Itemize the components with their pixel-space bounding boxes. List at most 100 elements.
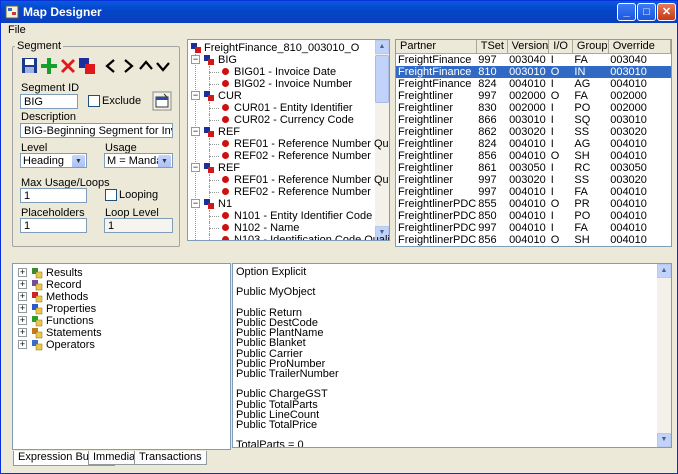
tree-branch-v	[209, 234, 210, 240]
grid-column-header[interactable]: I/O	[548, 40, 573, 54]
tree-element-item[interactable]: REF02 - Reference Number	[188, 150, 373, 162]
table-cell: 004010	[608, 246, 670, 247]
tree-branch-v	[209, 138, 210, 150]
segment-group-label: Segment	[15, 40, 64, 52]
scroll-up-icon[interactable]: ▲	[657, 264, 671, 278]
table-row[interactable]: FreightlinerPDC 850 004010 I PO 004010	[396, 210, 671, 222]
chevron-down-icon[interactable]	[153, 56, 173, 76]
table-row[interactable]: FreightFinance 810 003010 O IN 003010	[396, 65, 671, 78]
expand-icon[interactable]: +	[18, 280, 27, 289]
expression-tree-item[interactable]: + Functions	[13, 315, 213, 327]
chevron-right-icon[interactable]	[118, 56, 138, 76]
expression-tree-label: Statements	[46, 327, 102, 339]
tree-element-item[interactable]: N103 - Identification Code Qualifier	[188, 234, 389, 240]
code-scrollbar[interactable]: ▲ ▼	[657, 264, 671, 447]
tree-segment-item[interactable]: − BIG	[188, 54, 373, 66]
tree-element-item[interactable]: REF01 - Reference Number Qualifier	[188, 138, 389, 150]
tree-element-item[interactable]: CUR02 - Currency Code	[188, 114, 373, 126]
table-row[interactable]: Freightliner 866 003010 I SQ 003010	[396, 114, 671, 126]
table-row[interactable]: FreightlinerPDC 855 004010 O PR 004010	[396, 198, 671, 210]
partner-grid[interactable]: Partner TSet Version I/O Group Override Freig…	[395, 39, 672, 247]
exclude-checkbox[interactable]	[88, 95, 100, 107]
placeholders-field[interactable]: 1	[20, 218, 87, 233]
properties-button-icon[interactable]	[152, 91, 172, 111]
table-row[interactable]: FreightFinance 997 003040 I FA 003040	[396, 53, 671, 66]
expression-tree-item[interactable]: + Operators	[13, 339, 213, 351]
save-icon[interactable]	[20, 56, 40, 76]
tree-element-item[interactable]: REF02 - Reference Number	[188, 186, 373, 198]
tree-segment-item[interactable]: − CUR	[188, 90, 373, 102]
tree-element-item[interactable]: BIG01 - Invoice Date	[188, 66, 373, 78]
description-field[interactable]: BIG-Beginning Segment for Invoice	[20, 123, 173, 138]
expand-icon[interactable]: +	[18, 292, 27, 301]
collapse-icon[interactable]: −	[191, 163, 200, 172]
code-editor[interactable]: ▲ ▼ Option Explicit Public MyObject Public…	[232, 263, 672, 448]
level-select[interactable]: Heading ▼	[20, 153, 87, 168]
minimize-button[interactable]: _	[617, 3, 636, 21]
table-row[interactable]: Freightliner 856 004010 O SH 004010	[396, 150, 671, 162]
table-row[interactable]: Freightliner 997 004010 I FA 004010	[396, 186, 671, 198]
scroll-down-icon[interactable]: ▼	[657, 433, 671, 447]
segment-tree[interactable]: ▲ ▼ FreightFinance_810_003010_O − BIG BIG01…	[187, 39, 390, 241]
grid-column-header[interactable]: Version	[507, 40, 550, 54]
tab-transactions[interactable]: Transactions	[134, 451, 207, 465]
scroll-up-icon[interactable]: ▲	[375, 40, 389, 54]
table-row[interactable]: Freightliner 997 002000 O FA 002000	[396, 90, 671, 102]
grid-column-header[interactable]: Partner	[396, 40, 477, 54]
table-cell: I	[550, 137, 554, 150]
expand-icon[interactable]: +	[18, 328, 27, 337]
expression-tree-item[interactable]: + Methods	[13, 291, 213, 303]
grid-column-header[interactable]: Group	[572, 40, 609, 54]
loop-level-field[interactable]: 1	[104, 218, 173, 233]
expand-icon[interactable]: +	[18, 304, 27, 313]
add-icon[interactable]	[39, 56, 59, 76]
expression-builder-tree[interactable]: + Results + Record + Methods + Properties + Funct…	[12, 263, 231, 450]
tree-element-item[interactable]: CUR01 - Entity Identifier	[188, 102, 373, 114]
expand-icon[interactable]: +	[18, 316, 27, 325]
segment-color-icon[interactable]	[77, 56, 97, 76]
expression-tree-item[interactable]: + Record	[13, 279, 213, 291]
table-row[interactable]: FreightlinerPDC 856 004010 O SH 004010	[396, 234, 671, 246]
app-icon	[5, 5, 19, 19]
grid-column-header[interactable]: TSet	[476, 40, 508, 54]
table-cell: 003010	[608, 65, 671, 78]
looping-checkbox[interactable]	[105, 189, 117, 201]
max-usage-field[interactable]: 1	[20, 188, 87, 203]
table-row[interactable]: Freightliner 862 003020 I SS 003020	[396, 126, 671, 138]
grid-column-header[interactable]: Override	[608, 40, 671, 54]
expand-icon[interactable]: +	[18, 340, 27, 349]
table-row[interactable]: Freightliner 824 004010 I AG 004010	[396, 138, 671, 150]
expression-tree-item[interactable]: + Properties	[13, 303, 213, 315]
tree-segment-item[interactable]: − REF	[188, 126, 373, 138]
table-row[interactable]: Freightliner 861 003050 I RC 003050	[396, 162, 671, 174]
title-bar[interactable]: Map Designer _ □ ✕	[1, 1, 677, 23]
close-button[interactable]: ✕	[657, 3, 676, 21]
table-row[interactable]: FreightFinance 824 004010 I AG 004010	[396, 78, 671, 90]
tree-element-item[interactable]: N101 - Entity Identifier Code	[188, 210, 373, 222]
collapse-icon[interactable]: −	[191, 127, 200, 136]
maximize-button[interactable]: □	[637, 3, 656, 21]
tree-element-item[interactable]: BIG02 - Invoice Number	[188, 78, 373, 90]
tree-element-item[interactable]: N102 - Name	[188, 222, 373, 234]
tree-segment-item[interactable]: − REF	[188, 162, 373, 174]
table-row[interactable]: FreightlinerPDC 997 004010 I FA 004010	[396, 222, 671, 234]
table-row[interactable]: Freightliner 830 002000 I PO 002000	[396, 102, 671, 114]
table-cell: SS	[574, 173, 590, 186]
menu-file[interactable]: File	[8, 24, 26, 36]
usage-select[interactable]: M = Mandatory▼	[104, 153, 173, 168]
tree-element-item[interactable]: REF01 - Reference Number Qualifier	[188, 174, 389, 186]
table-cell: AG	[574, 77, 591, 90]
expression-tree-item[interactable]: + Results	[13, 267, 213, 279]
scroll-thumb[interactable]	[375, 55, 389, 103]
segment-id-field[interactable]: BIG	[20, 94, 78, 109]
tree-segment-item[interactable]: − N1	[188, 198, 373, 210]
table-row[interactable]: FreightlinerPDC860004010IPC004010	[396, 246, 671, 247]
table-row[interactable]: Freightliner 997 003020 I SS 003020	[396, 174, 671, 186]
collapse-icon[interactable]: −	[191, 91, 200, 100]
expand-icon[interactable]: +	[18, 268, 27, 277]
collapse-icon[interactable]: −	[191, 55, 200, 64]
delete-icon[interactable]	[58, 56, 78, 76]
collapse-icon[interactable]: −	[191, 199, 200, 208]
table-cell: SQ	[574, 113, 591, 126]
expression-tree-item[interactable]: + Statements	[13, 327, 213, 339]
